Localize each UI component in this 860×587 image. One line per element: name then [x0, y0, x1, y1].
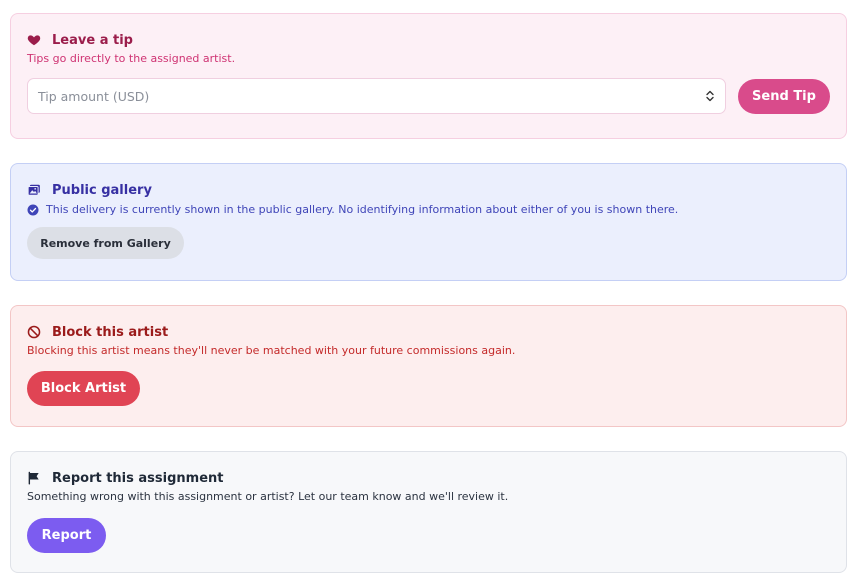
block-heading: Block this artist — [27, 322, 830, 342]
report-heading: Report this assignment — [27, 468, 830, 488]
remove-from-gallery-button[interactable]: Remove from Gallery — [27, 227, 184, 259]
gallery-heading: Public gallery — [27, 180, 830, 200]
check-circle-icon — [27, 204, 39, 216]
block-card: Block this artist Blocking this artist m… — [10, 305, 847, 427]
tip-form: Tip amount (USD) Send Tip — [27, 78, 830, 114]
send-tip-button[interactable]: Send Tip — [738, 78, 830, 114]
report-button[interactable]: Report — [27, 518, 106, 553]
image-icon — [27, 183, 41, 197]
ban-icon — [27, 325, 41, 339]
gallery-card: Public gallery This delivery is currentl… — [10, 163, 847, 281]
flag-icon — [27, 471, 41, 485]
block-title: Block this artist — [52, 324, 169, 340]
tip-card: Leave a tip Tips go directly to the assi… — [10, 13, 847, 139]
gallery-title: Public gallery — [52, 182, 152, 198]
report-title: Report this assignment — [52, 470, 224, 486]
tip-description: Tips go directly to the assigned artist. — [27, 52, 236, 65]
block-description: Blocking this artist means they'll never… — [27, 344, 516, 357]
stepper-chevrons-icon[interactable] — [705, 89, 715, 103]
report-description: Something wrong with this assignment or … — [27, 490, 509, 503]
tip-amount-placeholder: Tip amount (USD) — [38, 88, 150, 104]
block-artist-button[interactable]: Block Artist — [27, 371, 140, 406]
heart-icon — [27, 33, 41, 47]
tip-heading: Leave a tip — [27, 30, 830, 50]
report-card: Report this assignment Something wrong w… — [10, 451, 847, 573]
tip-amount-input[interactable]: Tip amount (USD) — [27, 78, 726, 114]
gallery-status-text: This delivery is currently shown in the … — [46, 203, 679, 216]
gallery-status: This delivery is currently shown in the … — [27, 203, 830, 217]
tip-title: Leave a tip — [52, 32, 133, 48]
